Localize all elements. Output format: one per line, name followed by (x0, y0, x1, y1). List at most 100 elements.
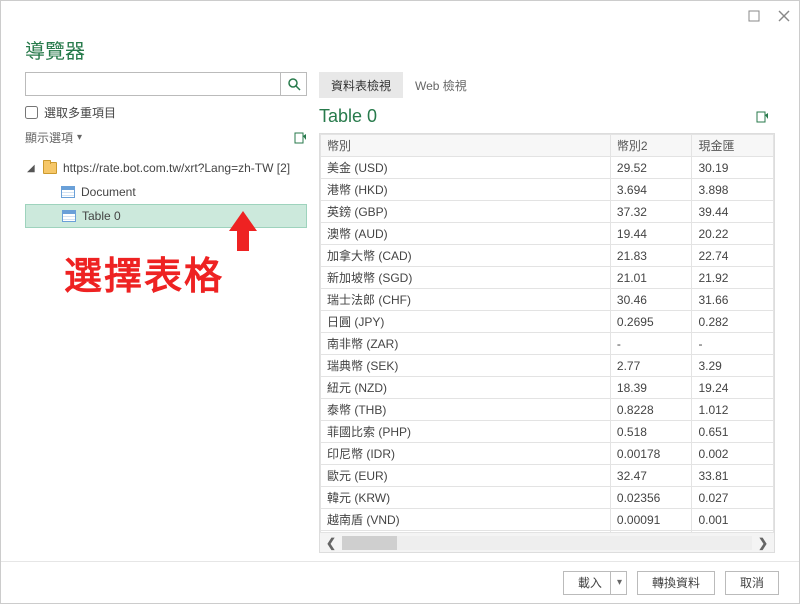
chevron-down-icon[interactable]: ▾ (617, 577, 622, 588)
cell-value2: 21.83 (610, 245, 692, 267)
search-icon[interactable] (280, 73, 306, 95)
cell-value2: 3.694 (610, 179, 692, 201)
cell-value3: 22.74 (692, 245, 774, 267)
table-header-row: 幣別 幣別2 現金匯 (321, 135, 774, 157)
cell-currency: 越南盾 (VND) (321, 509, 611, 531)
table-row[interactable]: 英鎊 (GBP)37.3239.44 (321, 201, 774, 223)
tree-item-label: Document (81, 185, 136, 199)
horizontal-scrollbar[interactable]: ❮ ❯ (320, 532, 774, 552)
cell-value2: 18.39 (610, 377, 692, 399)
table-row[interactable]: 日圓 (JPY)0.26950.282 (321, 311, 774, 333)
cell-value3: - (692, 333, 774, 355)
table-row[interactable]: 加拿大幣 (CAD)21.8322.74 (321, 245, 774, 267)
table-row[interactable]: 紐元 (NZD)18.3919.24 (321, 377, 774, 399)
display-options-dropdown[interactable]: 顯示選項 ▾ (25, 129, 82, 146)
caret-down-icon: ◢ (27, 163, 37, 174)
cell-currency: 韓元 (KRW) (321, 487, 611, 509)
cell-value3: 0.282 (692, 311, 774, 333)
multi-select-checkbox[interactable]: 選取多重項目 (25, 102, 307, 121)
cell-value3: 19.24 (692, 377, 774, 399)
scroll-track[interactable] (342, 536, 752, 550)
load-button-label: 載入 (578, 574, 602, 591)
cell-value3: 3.29 (692, 355, 774, 377)
cell-value3: 31.66 (692, 289, 774, 311)
annotation-text: 選擇表格 (64, 257, 224, 299)
table-row[interactable]: 新加坡幣 (SGD)21.0121.92 (321, 267, 774, 289)
cell-currency: 澳幣 (AUD) (321, 223, 611, 245)
cell-currency: 新加坡幣 (SGD) (321, 267, 611, 289)
cell-currency: 港幣 (HKD) (321, 179, 611, 201)
multi-select-label: 選取多重項目 (44, 104, 116, 121)
table-row[interactable]: 歐元 (EUR)32.4733.81 (321, 465, 774, 487)
preview-pane: 資料表檢視 Web 檢視 Table 0 幣別 幣別2 現金匯 (319, 72, 775, 553)
table-row[interactable]: 瑞士法郎 (CHF)30.4631.66 (321, 289, 774, 311)
cell-value2: 0.02356 (610, 487, 692, 509)
cell-value3: 0.002 (692, 443, 774, 465)
cell-value3: 39.44 (692, 201, 774, 223)
transform-button[interactable]: 轉換資料 (637, 571, 715, 595)
col-currency2[interactable]: 幣別2 (610, 135, 692, 157)
cell-value2: 21.01 (610, 267, 692, 289)
cell-currency: 日圓 (JPY) (321, 311, 611, 333)
dialog-footer: 載入 ▾ 轉換資料 取消 (1, 561, 799, 603)
cell-value3: 1.012 (692, 399, 774, 421)
tab-web-view[interactable]: Web 檢視 (403, 72, 479, 98)
close-icon[interactable] (777, 9, 791, 23)
cell-currency: 泰幣 (THB) (321, 399, 611, 421)
cancel-button[interactable]: 取消 (725, 571, 779, 595)
table-row[interactable]: 美金 (USD)29.5230.19 (321, 157, 774, 179)
tree-item-document[interactable]: Document (25, 180, 307, 204)
table-row[interactable]: 韓元 (KRW)0.023560.027 (321, 487, 774, 509)
folder-icon (43, 162, 57, 174)
cell-value3: 21.92 (692, 267, 774, 289)
cell-value2: 0.00178 (610, 443, 692, 465)
cell-value3: 0.651 (692, 421, 774, 443)
table-row[interactable]: 菲國比索 (PHP)0.5180.651 (321, 421, 774, 443)
refresh-tree-icon[interactable] (293, 131, 307, 145)
tree-root-label: https://rate.bot.com.tw/xrt?Lang=zh-TW [… (63, 161, 290, 175)
cell-currency: 印尼幣 (IDR) (321, 443, 611, 465)
col-cash[interactable]: 現金匯 (692, 135, 774, 157)
cell-currency: 紐元 (NZD) (321, 377, 611, 399)
scroll-thumb[interactable] (342, 536, 397, 550)
table-row[interactable]: 泰幣 (THB)0.82281.012 (321, 399, 774, 421)
cell-currency: 南非幣 (ZAR) (321, 333, 611, 355)
cell-currency: 瑞士法郎 (CHF) (321, 289, 611, 311)
scroll-right-icon[interactable]: ❯ (752, 536, 774, 550)
cell-value3: 3.898 (692, 179, 774, 201)
col-currency[interactable]: 幣別 (321, 135, 611, 157)
cell-value3: 33.81 (692, 465, 774, 487)
cell-value3: 0.001 (692, 509, 774, 531)
multi-select-input[interactable] (25, 106, 38, 119)
table-row[interactable]: 瑞典幣 (SEK)2.773.29 (321, 355, 774, 377)
cell-value2: 2.77 (610, 355, 692, 377)
data-grid: 幣別 幣別2 現金匯 美金 (USD)29.5230.19港幣 (HKD)3.6… (319, 133, 775, 553)
search-box (25, 72, 307, 96)
scroll-left-icon[interactable]: ❮ (320, 536, 342, 550)
refresh-preview-icon[interactable] (755, 110, 769, 124)
tab-data-view[interactable]: 資料表檢視 (319, 72, 403, 98)
search-input[interactable] (26, 73, 280, 95)
dialog-title: 導覽器 (1, 31, 799, 72)
document-icon (61, 186, 75, 198)
table-row[interactable]: 南非幣 (ZAR)-- (321, 333, 774, 355)
cell-currency: 瑞典幣 (SEK) (321, 355, 611, 377)
table-row[interactable]: 港幣 (HKD)3.6943.898 (321, 179, 774, 201)
arrow-up-icon (229, 211, 257, 231)
cell-value2: 37.32 (610, 201, 692, 223)
navigator-tree-pane: 選取多重項目 顯示選項 ▾ ◢ https://rate.bot.com.tw/… (25, 72, 307, 553)
navigator-dialog: 導覽器 選取多重項目 顯示選項 ▾ (0, 0, 800, 604)
titlebar (1, 1, 799, 31)
cell-value3: 0.027 (692, 487, 774, 509)
cell-currency: 加拿大幣 (CAD) (321, 245, 611, 267)
table-row[interactable]: 越南盾 (VND)0.000910.001 (321, 509, 774, 531)
cell-value2: 0.00091 (610, 509, 692, 531)
tree-root[interactable]: ◢ https://rate.bot.com.tw/xrt?Lang=zh-TW… (25, 156, 307, 180)
maximize-icon[interactable] (747, 9, 761, 23)
table-row[interactable]: 澳幣 (AUD)19.4420.22 (321, 223, 774, 245)
table-row[interactable]: 印尼幣 (IDR)0.001780.002 (321, 443, 774, 465)
load-button[interactable]: 載入 ▾ (563, 571, 627, 595)
cell-currency: 美金 (USD) (321, 157, 611, 179)
preview-title: Table 0 (319, 106, 377, 127)
cell-value2: 0.518 (610, 421, 692, 443)
